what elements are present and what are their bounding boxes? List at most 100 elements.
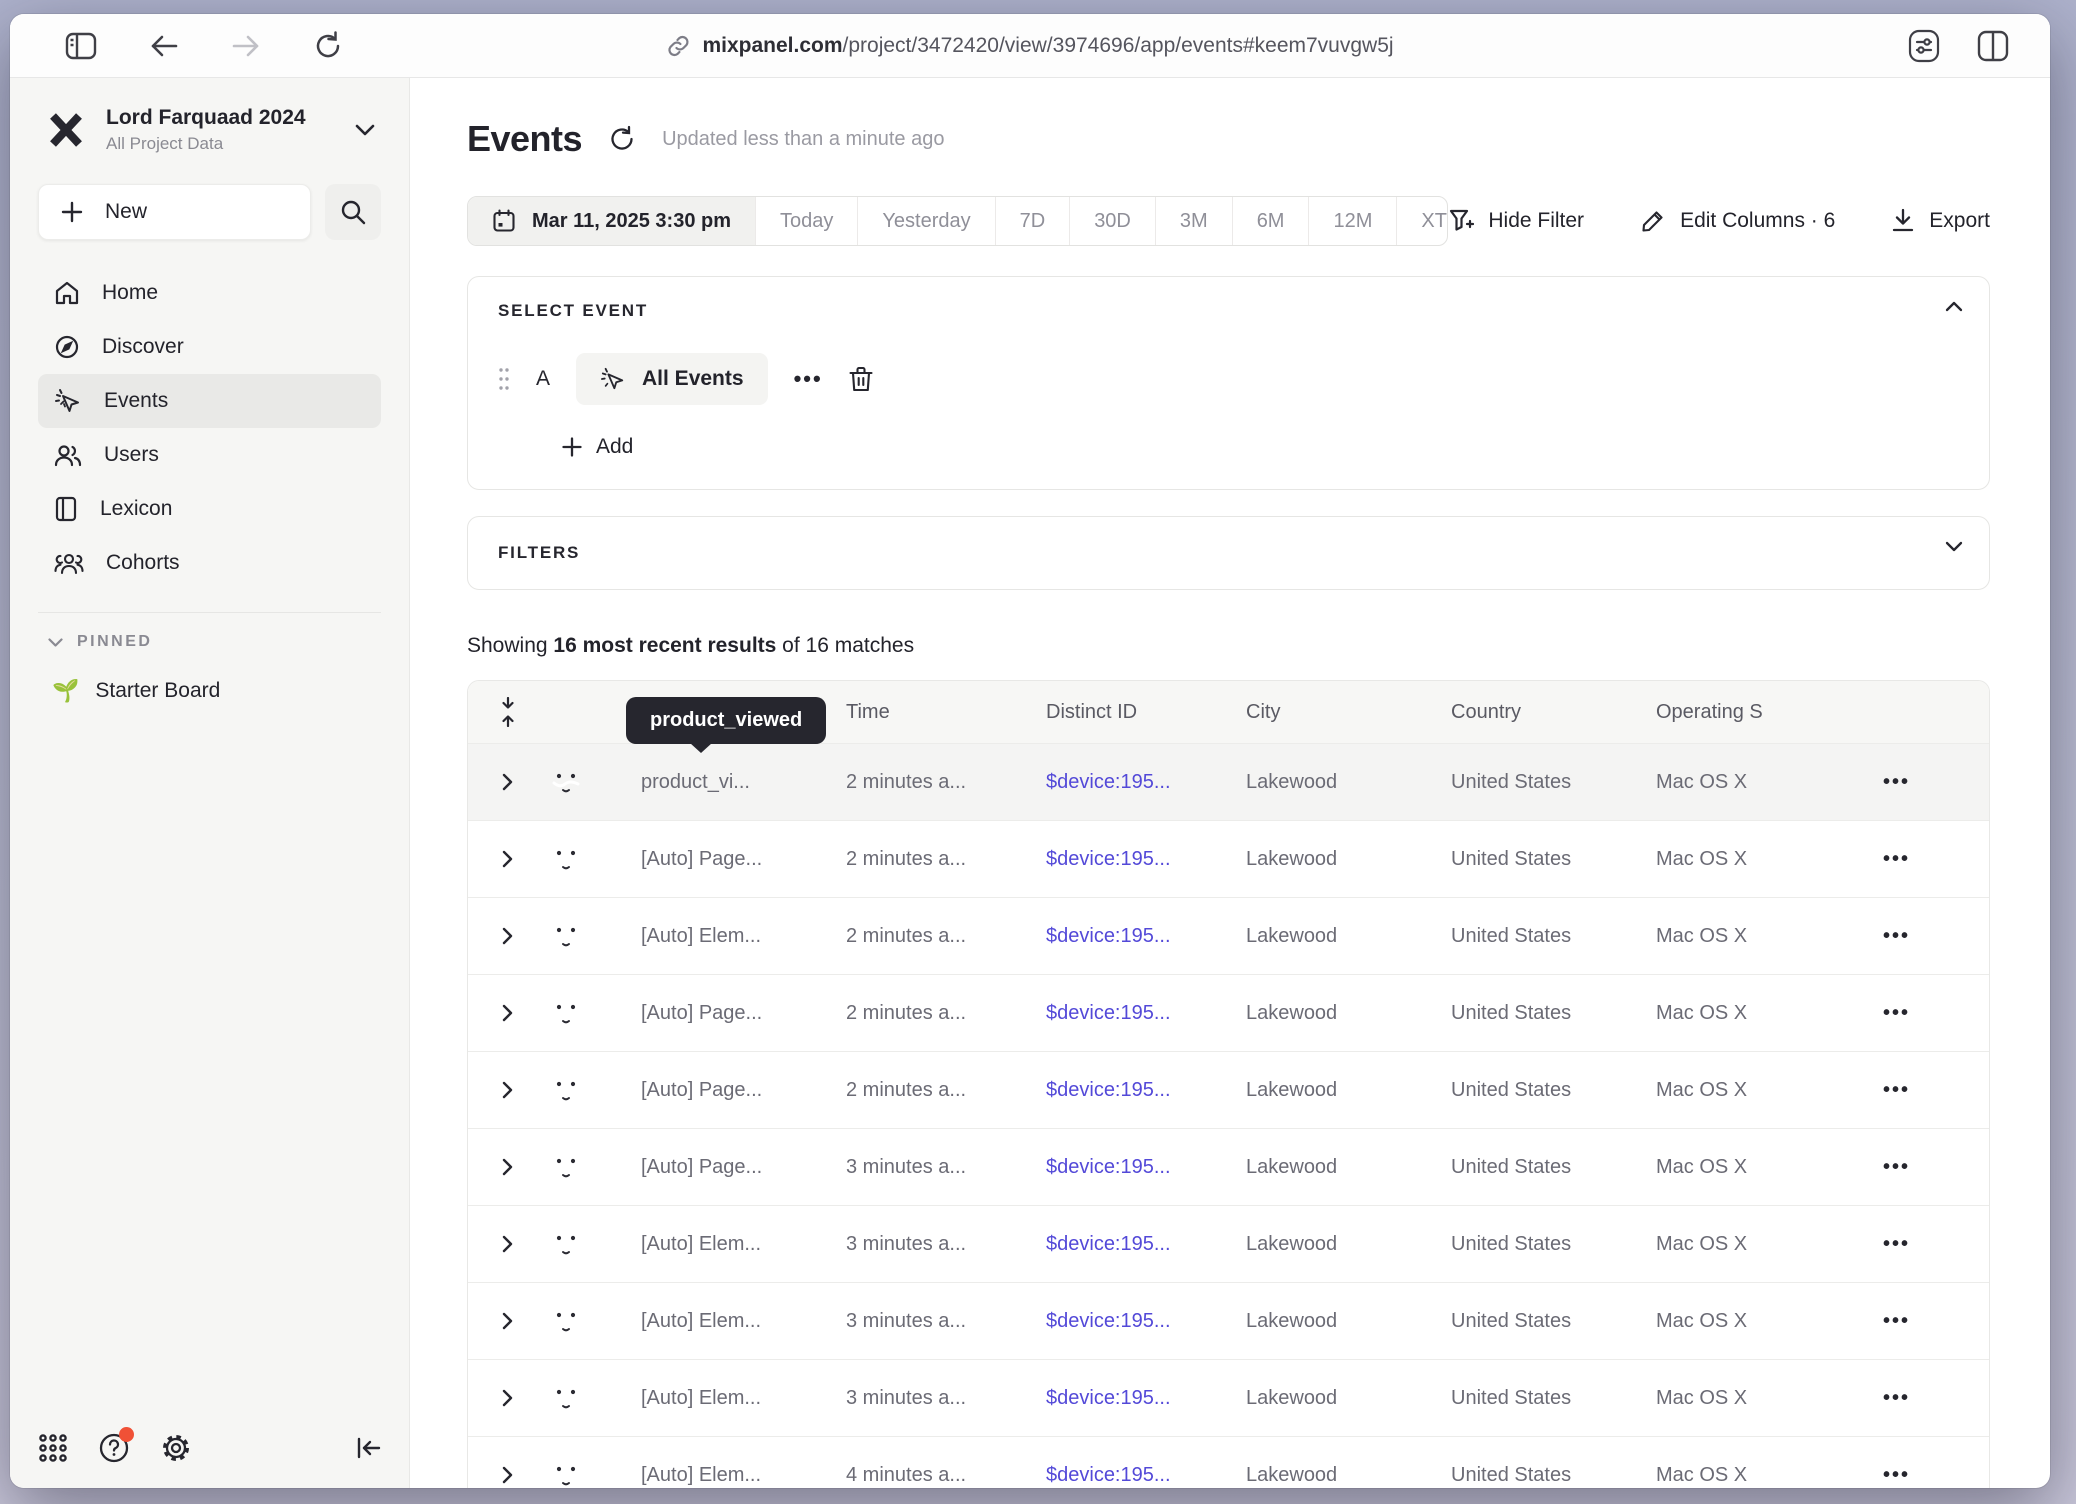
row-menu-icon[interactable]: ••• [1833, 771, 1989, 794]
row-menu-icon[interactable]: ••• [1833, 1387, 1989, 1410]
address-bar[interactable]: mixpanel.com/project/3472420/view/397469… [666, 34, 1393, 58]
event-time: 2 minutes a... [818, 1079, 1018, 1102]
sidebar-toggle-icon[interactable] [65, 32, 97, 60]
distinct-id-link[interactable]: $device:195... [1018, 1002, 1218, 1025]
gear-icon[interactable] [160, 1432, 192, 1464]
table-row[interactable]: [Auto] Elem... 3 minutes a... $device:19… [468, 1359, 1989, 1436]
chevron-down-icon[interactable] [1945, 541, 1963, 552]
all-events-chip[interactable]: All Events [576, 353, 768, 405]
expand-row-icon[interactable] [468, 1235, 546, 1253]
sidebar-item-lexicon[interactable]: Lexicon [38, 482, 381, 536]
project-switcher[interactable]: Lord Farquaad 2024 All Project Data [38, 104, 381, 156]
event-time: 3 minutes a... [818, 1387, 1018, 1410]
distinct-id-link[interactable]: $device:195... [1018, 848, 1218, 871]
range-12m[interactable]: 12M [1309, 197, 1397, 245]
collapse-sidebar-icon[interactable] [355, 1436, 381, 1460]
column-header-city[interactable]: City [1218, 701, 1423, 724]
row-menu-icon[interactable]: ••• [1833, 848, 1989, 871]
sidebar-item-discover[interactable]: Discover [38, 320, 381, 374]
row-menu-icon[interactable]: ••• [1833, 1156, 1989, 1179]
url-path: /project/3472420/view/3974696/app/events… [843, 34, 1394, 57]
distinct-id-link[interactable]: $device:195... [1018, 1310, 1218, 1333]
date-range-custom[interactable]: Mar 11, 2025 3:30 pm [468, 197, 756, 245]
sidebar-item-events[interactable]: Events [38, 374, 381, 428]
edit-columns-button[interactable]: Edit Columns · 6 [1640, 208, 1835, 234]
split-view-icon[interactable] [1976, 30, 2010, 62]
reload-icon[interactable] [313, 31, 343, 61]
table-row[interactable]: product_vi... 2 minutes a... $device:195… [468, 743, 1989, 820]
row-menu-icon[interactable]: ••• [1833, 925, 1989, 948]
range-30d[interactable]: 30D [1070, 197, 1156, 245]
sidebar-item-users[interactable]: Users [38, 428, 381, 482]
row-menu-icon[interactable]: ••• [1833, 1310, 1989, 1333]
table-row[interactable]: [Auto] Page... 2 minutes a... $device:19… [468, 820, 1989, 897]
filters-title: FILTERS [498, 543, 1959, 563]
sidebar-item-label: Lexicon [100, 497, 172, 521]
table-row[interactable]: [Auto] Elem... 2 minutes a... $device:19… [468, 897, 1989, 974]
sidebar-item-cohorts[interactable]: Cohorts [38, 536, 381, 590]
add-event-button[interactable]: Add [562, 435, 633, 459]
distinct-id-link[interactable]: $device:195... [1018, 1387, 1218, 1410]
table-row[interactable]: [Auto] Page... 3 minutes a... $device:19… [468, 1128, 1989, 1205]
new-button-label: New [105, 200, 147, 224]
new-button[interactable]: New [38, 184, 311, 240]
expand-row-icon[interactable] [468, 1389, 546, 1407]
search-button[interactable] [325, 184, 381, 240]
distinct-id-link[interactable]: $device:195... [1018, 1233, 1218, 1256]
range-xtd[interactable]: XTD [1397, 197, 1448, 245]
table-row[interactable]: [Auto] Elem... 3 minutes a... $device:19… [468, 1205, 1989, 1282]
expand-row-icon[interactable] [468, 927, 546, 945]
expand-row-icon[interactable] [468, 1081, 546, 1099]
row-menu-icon[interactable]: ••• [1833, 1464, 1989, 1487]
table-row[interactable]: [Auto] Page... 2 minutes a... $device:19… [468, 1051, 1989, 1128]
expand-row-icon[interactable] [468, 850, 546, 868]
expand-row-icon[interactable] [468, 1466, 546, 1484]
page-settings-icon[interactable] [1906, 29, 1942, 63]
sidebar-item-label: Events [104, 389, 168, 413]
trash-icon[interactable] [849, 366, 873, 393]
drag-handle-icon[interactable] [498, 366, 510, 392]
distinct-id-link[interactable]: $device:195... [1018, 771, 1218, 794]
expand-row-icon[interactable] [468, 1158, 546, 1176]
range-today[interactable]: Today [756, 197, 858, 245]
filters-card[interactable]: FILTERS [467, 516, 1990, 590]
distinct-id-link[interactable]: $device:195... [1018, 1156, 1218, 1179]
export-button[interactable]: Export [1891, 208, 1990, 234]
hide-filter-button[interactable]: Hide Filter [1448, 208, 1584, 234]
distinct-id-link[interactable]: $device:195... [1018, 1079, 1218, 1102]
expand-row-icon[interactable] [468, 773, 546, 791]
column-header-time[interactable]: Time [818, 701, 1018, 724]
event-options-icon[interactable]: ••• [794, 366, 823, 392]
range-yesterday[interactable]: Yesterday [858, 197, 995, 245]
column-header-country[interactable]: Country [1423, 701, 1628, 724]
row-menu-icon[interactable]: ••• [1833, 1079, 1989, 1102]
distinct-id-link[interactable]: $device:195... [1018, 1464, 1218, 1487]
chevron-up-icon[interactable] [1945, 301, 1963, 312]
pinned-item-starter-board[interactable]: 🌱 Starter Board [38, 665, 381, 717]
compass-icon [54, 334, 80, 360]
row-menu-icon[interactable]: ••• [1833, 1233, 1989, 1256]
table-row[interactable]: [Auto] Elem... 4 minutes a... $device:19… [468, 1436, 1989, 1488]
expand-row-icon[interactable] [468, 1312, 546, 1330]
pinned-section-header[interactable]: PINNED [38, 633, 381, 651]
event-tooltip: product_viewed [626, 697, 826, 744]
table-row[interactable]: [Auto] Elem... 3 minutes a... $device:19… [468, 1282, 1989, 1359]
help-icon[interactable] [98, 1432, 130, 1464]
range-6m[interactable]: 6M [1233, 197, 1310, 245]
column-header-distinct-id[interactable]: Distinct ID [1018, 701, 1218, 724]
collapse-rows-icon[interactable] [468, 697, 546, 727]
apps-grid-icon[interactable] [38, 1433, 68, 1463]
sidebar-item-home[interactable]: Home [38, 266, 381, 320]
column-header-os[interactable]: Operating S [1628, 701, 1833, 724]
event-os: Mac OS X [1628, 1002, 1833, 1025]
distinct-id-link[interactable]: $device:195... [1018, 925, 1218, 948]
range-7d[interactable]: 7D [996, 197, 1071, 245]
row-menu-icon[interactable]: ••• [1833, 1002, 1989, 1025]
expand-row-icon[interactable] [468, 1004, 546, 1022]
table-row[interactable]: [Auto] Page... 2 minutes a... $device:19… [468, 974, 1989, 1051]
forward-icon[interactable] [231, 33, 261, 59]
range-3m[interactable]: 3M [1156, 197, 1233, 245]
back-icon[interactable] [149, 33, 179, 59]
refresh-icon[interactable] [608, 125, 636, 153]
event-city: Lakewood [1218, 771, 1423, 794]
